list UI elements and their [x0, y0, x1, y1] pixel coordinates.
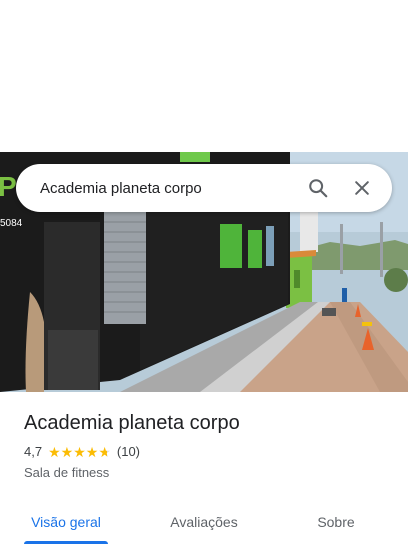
photo-sign-number: 5084 [0, 218, 23, 229]
review-count[interactable]: (10) [117, 444, 140, 459]
star-icon: ★ [73, 443, 86, 460]
place-name: Academia planeta corpo [24, 412, 240, 434]
tab-sobre[interactable]: Sobre [304, 500, 368, 544]
rating-value: 4,7 [24, 444, 43, 459]
star-icon: ★ [48, 443, 61, 460]
star-rating: ★ ★ ★ ★ ★ [48, 445, 111, 459]
close-icon [355, 181, 369, 195]
place-category[interactable]: Sala de fitness [24, 465, 109, 480]
tab-visao-geral[interactable]: Visão geral [24, 500, 108, 544]
star-icon: ★ [60, 443, 74, 460]
place-info-panel: Academia planeta corpo 4,7 ★ ★ ★ ★ ★ (10) Sa… [0, 392, 408, 544]
star-icon: ★ [98, 443, 111, 460]
rating-row[interactable]: 4,7 ★ ★ ★ ★ ★ (10) [24, 444, 140, 459]
search-input[interactable]: Academia planeta corpo [40, 180, 296, 197]
search-icon [309, 179, 328, 198]
tab-bar: Visão geral Avaliações Sobre [0, 500, 408, 544]
tab-avaliacoes[interactable]: Avaliações [156, 500, 252, 544]
search-bar[interactable]: Academia planeta corpo [16, 164, 392, 212]
blank-area [0, 0, 408, 152]
search-button[interactable] [296, 164, 340, 212]
star-icon: ★ [85, 443, 99, 460]
close-button[interactable] [340, 164, 384, 212]
